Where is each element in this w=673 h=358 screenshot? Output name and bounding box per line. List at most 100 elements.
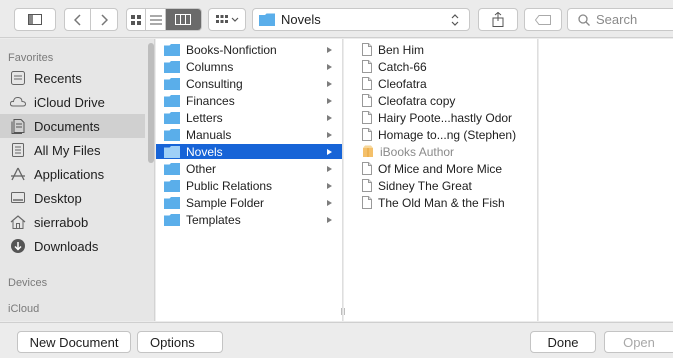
new-document-button[interactable]: New Document — [17, 331, 131, 353]
location-popup[interactable]: Novels — [252, 8, 470, 31]
sidebar-toggle-button[interactable] — [14, 8, 56, 31]
icon-view-button[interactable] — [127, 9, 147, 30]
folder-row[interactable]: Finances — [156, 93, 342, 108]
disclosure-arrow-icon — [327, 114, 332, 121]
updown-chevron-icon — [451, 13, 459, 26]
folder-name: Columns — [186, 59, 234, 74]
file-name: Catch-66 — [378, 59, 427, 74]
document-icon — [362, 43, 372, 56]
sidebar-item-label: iCloud Drive — [34, 94, 105, 110]
folder-row[interactable]: Books-Nonfiction — [156, 42, 342, 57]
disclosure-arrow-icon — [327, 165, 332, 172]
columns-icon — [175, 14, 192, 25]
file-row[interactable]: Ben Him — [344, 42, 537, 57]
preview-column — [539, 39, 673, 321]
folder-name: Public Relations — [186, 178, 273, 193]
home-icon — [10, 215, 26, 229]
sidebar-item-label: Downloads — [34, 238, 99, 254]
document-icon — [362, 60, 372, 73]
folder-row[interactable]: Columns — [156, 59, 342, 74]
folder-row[interactable]: Other — [156, 161, 342, 176]
file-row[interactable]: The Old Man & the Fish — [344, 195, 537, 210]
disclosure-arrow-icon — [327, 63, 332, 70]
view-mode-control — [126, 8, 202, 31]
file-row[interactable]: Homage to...ng (Stephen) — [344, 127, 537, 142]
done-button[interactable]: Done — [530, 331, 596, 353]
search-placeholder: Search — [596, 12, 638, 27]
folder-name: Templates — [186, 212, 241, 227]
sidebar-item-sierrabob[interactable]: sierrabob — [0, 210, 145, 234]
file-column: Ben Him Catch-66 Cleofatra Cleofatra cop… — [341, 39, 544, 321]
document-icon — [362, 77, 372, 90]
file-name: Cleofatra — [378, 76, 427, 91]
folder-icon — [164, 128, 180, 141]
folder-icon — [164, 43, 180, 56]
file-row[interactable]: Catch-66 — [344, 59, 537, 74]
folder-name: Consulting — [186, 76, 243, 91]
sidebar-item-icloud-drive[interactable]: iCloud Drive — [0, 90, 145, 114]
sidebar-item-all-my-files[interactable]: All My Files — [0, 138, 145, 162]
column-view-button[interactable] — [165, 9, 201, 30]
share-button[interactable] — [478, 8, 518, 31]
sidebar-item-desktop[interactable]: Desktop — [0, 186, 145, 210]
folder-row[interactable]: Letters — [156, 110, 342, 125]
file-row[interactable]: Cleofatra — [344, 76, 537, 91]
file-row[interactable]: Sidney The Great — [344, 178, 537, 193]
chevron-right-icon — [101, 13, 108, 26]
documents-icon — [11, 119, 25, 134]
recents-icon — [11, 71, 25, 85]
folder-name: Novels — [186, 144, 223, 159]
sidebar-item-label: All My Files — [34, 142, 101, 158]
file-row[interactable]: Hairy Poote...hastly Odor — [344, 110, 537, 125]
arrange-menu-button[interactable] — [208, 8, 246, 31]
document-icon — [362, 179, 372, 192]
options-button[interactable]: Options — [137, 331, 223, 353]
file-row[interactable]: Cleofatra copy — [344, 93, 537, 108]
sidebar-item-downloads[interactable]: Downloads — [0, 234, 145, 258]
sidebar-header-icloud: iCloud — [8, 303, 40, 315]
folder-row[interactable]: Sample Folder — [156, 195, 342, 210]
folder-icon — [259, 13, 275, 26]
chevron-left-icon — [73, 13, 81, 26]
sidebar-item-label: Documents — [34, 118, 100, 134]
folder-row[interactable]: Templates — [156, 212, 342, 227]
folder-row[interactable]: Manuals — [156, 127, 342, 142]
ibooks-author-icon — [363, 145, 373, 157]
file-row[interactable]: Of Mice and More Mice — [344, 161, 537, 176]
folder-icon — [164, 60, 180, 73]
file-row[interactable]: iBooks Author — [344, 144, 537, 159]
sidebar-item-label: Recents — [34, 70, 82, 86]
column-resize-handle[interactable] — [341, 308, 345, 315]
sidebar-item-applications[interactable]: Applications — [0, 162, 145, 186]
sidebar-header-favorites: Favorites — [8, 52, 54, 64]
open-button[interactable]: Open — [604, 331, 673, 353]
disclosure-arrow-icon — [327, 131, 332, 138]
folder-row-selected[interactable]: Novels — [156, 144, 342, 159]
sidebar-item-recents[interactable]: Recents — [0, 66, 145, 90]
folder-icon — [164, 77, 180, 90]
disclosure-arrow-icon — [327, 97, 332, 104]
forward-button[interactable] — [91, 9, 117, 30]
folder-row[interactable]: Public Relations — [156, 178, 342, 193]
desktop-icon — [11, 192, 25, 203]
cloud-icon — [10, 96, 26, 107]
disclosure-arrow-icon — [327, 216, 332, 223]
back-forward-control — [64, 8, 118, 31]
arrange-icon — [215, 14, 228, 23]
file-name: Homage to...ng (Stephen) — [378, 127, 517, 142]
tags-button[interactable] — [524, 8, 562, 31]
folder-row[interactable]: Consulting — [156, 76, 342, 91]
list-view-button[interactable] — [146, 9, 166, 30]
sidebar-item-documents[interactable]: Documents — [0, 114, 145, 138]
search-field[interactable]: Search — [567, 8, 673, 31]
back-button[interactable] — [65, 9, 92, 30]
sidebar-item-label: Desktop — [34, 190, 82, 206]
bottom-bar: New Document Options Done Open — [0, 322, 673, 358]
file-name: Sidney The Great — [378, 178, 472, 193]
folder-icon — [164, 196, 180, 209]
folder-name: Sample Folder — [186, 195, 265, 210]
toolbar: Novels Search — [0, 0, 673, 38]
folder-name: Other — [186, 161, 217, 176]
folder-icon — [164, 179, 180, 192]
sidebar-scrollbar[interactable] — [148, 43, 154, 163]
